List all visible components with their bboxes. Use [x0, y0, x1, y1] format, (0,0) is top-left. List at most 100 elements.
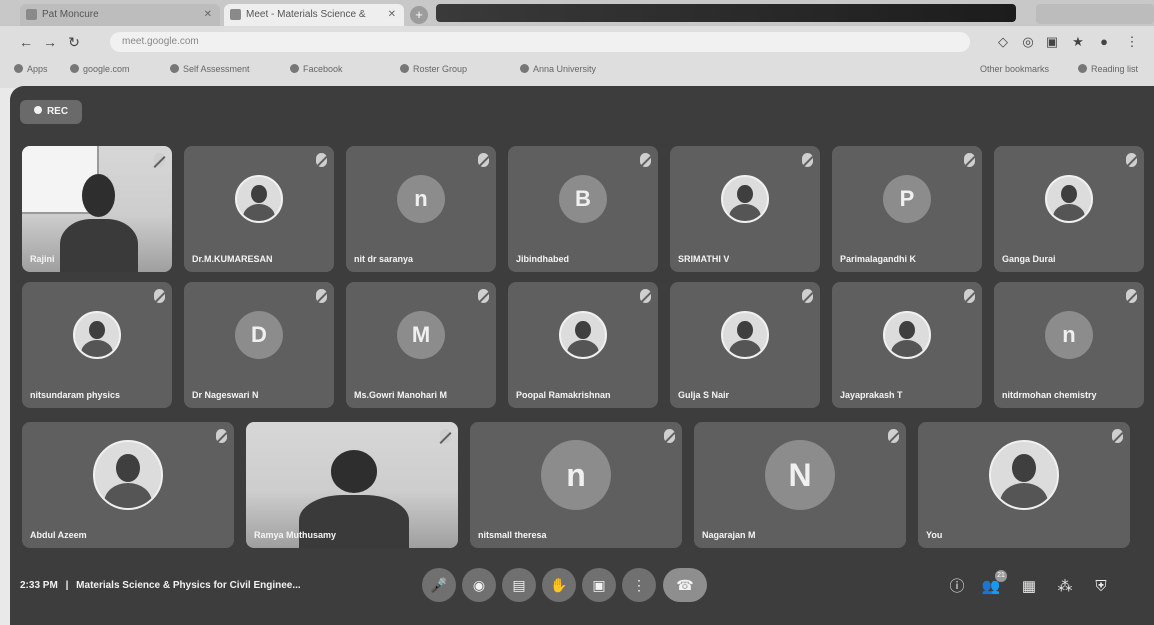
- avatar-initial: M: [397, 311, 445, 359]
- participant-tile[interactable]: M Ms.Gowri Manohari M: [346, 282, 496, 408]
- bookmark-item[interactable]: Anna University: [520, 64, 596, 74]
- mic-muted-icon: [964, 153, 975, 167]
- more-icon: ⋮: [632, 577, 646, 593]
- avatar: [73, 311, 121, 359]
- bookmark-item[interactable]: Apps: [14, 64, 48, 74]
- people-icon[interactable]: 👥 21: [980, 570, 1007, 598]
- browser-window-top: Pat Moncure ✕ Meet - Materials Science &…: [0, 0, 1154, 88]
- raise-hand-button[interactable]: ✋: [542, 568, 576, 602]
- camera-button[interactable]: ◉: [462, 568, 496, 602]
- participant-tile[interactable]: P Parimalagandhi K: [832, 146, 982, 272]
- bookmark-item[interactable]: Reading list: [1078, 64, 1138, 74]
- tab-close-icon[interactable]: ✕: [388, 4, 396, 26]
- avatar-head: [737, 184, 753, 204]
- browser-tab-1[interactable]: Pat Moncure ✕: [20, 4, 220, 26]
- participant-name: Nagarajan M: [702, 530, 756, 540]
- participant-tile[interactable]: Dr.M.KUMARESAN: [184, 146, 334, 272]
- meeting-details[interactable]: 2:33 PM | Materials Science & Physics fo…: [20, 580, 301, 591]
- mic-muted-icon: [640, 289, 651, 303]
- participant-tile[interactable]: Poopal Ramakrishnan: [508, 282, 658, 408]
- end-call-icon: ☎: [676, 577, 694, 593]
- participant-tile[interactable]: n nit dr saranya: [346, 146, 496, 272]
- tab-close-icon[interactable]: ✕: [204, 4, 212, 26]
- menu-icon[interactable]: ⋮: [1124, 34, 1140, 50]
- avatar-head: [1061, 184, 1077, 204]
- bookmark-item[interactable]: Facebook: [290, 64, 343, 74]
- meeting-separator: |: [65, 580, 69, 591]
- participant-tile[interactable]: n nitdrmohan chemistry: [994, 282, 1144, 408]
- participant-name: Poopal Ramakrishnan: [516, 390, 611, 400]
- avatar-head: [737, 320, 753, 340]
- captions-button[interactable]: ▤: [502, 568, 536, 602]
- avatar: [989, 440, 1059, 510]
- participant-tile[interactable]: Gulja S Nair: [670, 282, 820, 408]
- browser-tab-2[interactable]: Meet - Materials Science & ✕: [224, 4, 404, 26]
- bookmark-item[interactable]: Roster Group: [400, 64, 467, 74]
- reload-icon[interactable]: ↻: [66, 34, 82, 51]
- profile-icon[interactable]: ●: [1096, 34, 1112, 49]
- participant-name: SRIMATHI V: [678, 254, 730, 264]
- avatar-body: [567, 340, 599, 357]
- mic-muted-icon: [1126, 289, 1137, 303]
- mic-muted-icon: [640, 153, 651, 167]
- participant-name: Ms.Gowri Manohari M: [354, 390, 448, 400]
- extension-icon[interactable]: ◎: [1020, 34, 1036, 50]
- bookmark-star-icon[interactable]: ★: [1070, 34, 1086, 50]
- participant-tile[interactable]: You: [918, 422, 1130, 548]
- google-icon: [70, 64, 79, 73]
- avatar: [1045, 175, 1093, 223]
- participant-tile[interactable]: Ganga Durai: [994, 146, 1144, 272]
- address-bar-url: meet.google.com: [122, 36, 199, 47]
- participant-name: Parimalagandhi K: [840, 254, 917, 264]
- back-arrow-icon[interactable]: ←: [18, 34, 34, 50]
- participant-name: Rajini: [30, 254, 55, 264]
- avatar-initial: P: [883, 175, 931, 223]
- avatar: [235, 175, 283, 223]
- facebook-icon: [290, 64, 299, 73]
- forward-arrow-icon[interactable]: →: [42, 34, 58, 50]
- participant-tile[interactable]: SRIMATHI V: [670, 146, 820, 272]
- participant-tile[interactable]: B Jibindhabed: [508, 146, 658, 272]
- activities-icon[interactable]: ⁂: [1054, 576, 1076, 598]
- tab-favicon-icon: [26, 9, 37, 20]
- participant-tile[interactable]: nitsundaram physics: [22, 282, 172, 408]
- mic-muted-icon: [1126, 153, 1137, 167]
- extension-icon[interactable]: ▣: [1044, 34, 1060, 50]
- bookmark-item[interactable]: google.com: [70, 64, 130, 74]
- extension-icon[interactable]: ◇: [995, 34, 1011, 50]
- mic-muted-icon: [802, 289, 813, 303]
- tab-strip: Pat Moncure ✕ Meet - Materials Science &…: [0, 0, 1154, 26]
- new-tab-button[interactable]: +: [410, 6, 428, 24]
- hand-icon: ✋: [550, 577, 568, 593]
- avatar-head: [116, 453, 140, 482]
- participant-tile[interactable]: n nitsmall theresa: [470, 422, 682, 548]
- address-bar[interactable]: meet.google.com: [110, 32, 970, 52]
- host-controls-icon[interactable]: ⛨: [1090, 576, 1112, 598]
- dark-overlay-strip: [436, 4, 1016, 22]
- avatar: [721, 311, 769, 359]
- participant-tile[interactable]: Ramya Muthusamy: [246, 422, 458, 548]
- more-options-button[interactable]: ⋮: [622, 568, 656, 602]
- chat-icon[interactable]: ▦: [1018, 576, 1040, 598]
- mic-muted-icon: [154, 289, 165, 303]
- avatar-initial: N: [765, 440, 835, 510]
- participant-name: Gulja S Nair: [678, 390, 730, 400]
- participant-tile[interactable]: Jayaprakash T: [832, 282, 982, 408]
- participant-tile[interactable]: N Nagarajan M: [694, 422, 906, 548]
- bookmark-item[interactable]: Self Assessment: [170, 64, 250, 74]
- recording-indicator: REC: [20, 100, 82, 124]
- microphone-button[interactable]: 🎤: [422, 568, 456, 602]
- avatar-body: [729, 204, 761, 221]
- info-icon[interactable]: ⓘ: [946, 576, 968, 598]
- present-button[interactable]: ▣: [582, 568, 616, 602]
- person-head: [82, 173, 115, 217]
- participant-tile[interactable]: D Dr Nageswari N: [184, 282, 334, 408]
- tab-title: Pat Moncure: [42, 9, 99, 20]
- window-controls[interactable]: [1036, 4, 1154, 24]
- end-call-button[interactable]: ☎: [663, 568, 707, 602]
- participant-tile[interactable]: Abdul Azeem: [22, 422, 234, 548]
- bookmark-item[interactable]: Other bookmarks: [980, 64, 1049, 74]
- microphone-icon: 🎤: [430, 577, 448, 593]
- reading-list-icon: [1078, 64, 1087, 73]
- participant-tile[interactable]: Rajini: [22, 146, 172, 272]
